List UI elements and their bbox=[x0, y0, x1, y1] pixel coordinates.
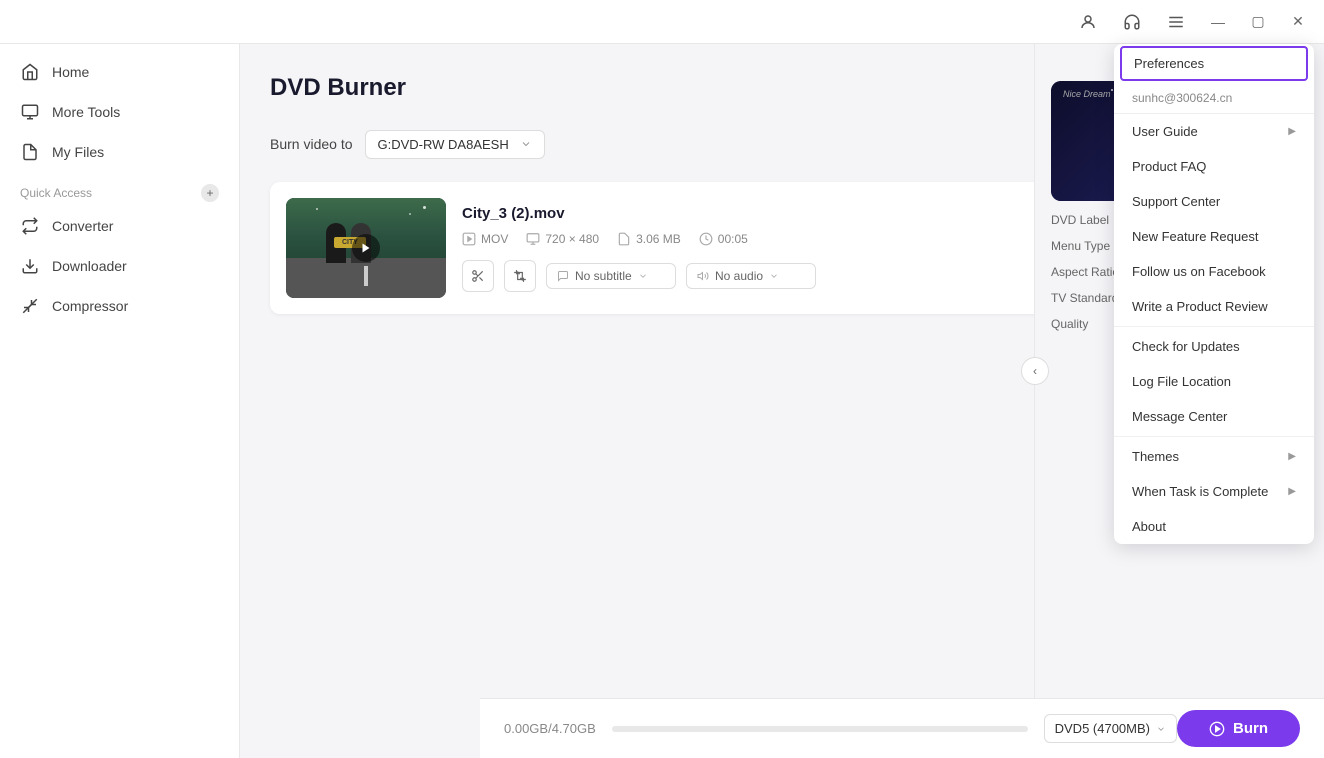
crop-button[interactable] bbox=[504, 260, 536, 292]
burn-button[interactable]: Burn bbox=[1177, 710, 1300, 747]
burn-icon bbox=[1209, 721, 1225, 737]
menu-divider bbox=[1114, 326, 1314, 327]
converter-icon bbox=[20, 216, 40, 236]
menu-item-new-feature-request[interactable]: New Feature Request bbox=[1114, 219, 1314, 254]
minimize-button[interactable]: — bbox=[1204, 8, 1232, 36]
menu-item-message-center[interactable]: Message Center bbox=[1114, 399, 1314, 434]
menu-item-check-updates[interactable]: Check for Updates bbox=[1114, 329, 1314, 364]
files-icon bbox=[20, 142, 40, 162]
sidebar-item-my-files-label: My Files bbox=[52, 144, 104, 160]
chevron-right-icon: ▶ bbox=[1288, 126, 1296, 137]
sidebar-item-downloader[interactable]: Downloader bbox=[0, 246, 239, 286]
tools-icon bbox=[20, 102, 40, 122]
panel-collapse-button[interactable]: ‹ bbox=[1021, 357, 1049, 385]
disc-chevron-icon bbox=[1156, 724, 1166, 734]
menu-divider-2 bbox=[1114, 436, 1314, 437]
aspect-ratio-text: Aspect Ratio bbox=[1051, 265, 1119, 279]
preferences-label: Preferences bbox=[1134, 56, 1204, 71]
menu-item-write-review[interactable]: Write a Product Review bbox=[1114, 289, 1314, 324]
audio-icon bbox=[697, 270, 709, 282]
sidebar-item-home[interactable]: Home bbox=[0, 52, 239, 92]
bottom-bar: 0.00GB/4.70GB DVD5 (4700MB) Burn bbox=[480, 698, 1324, 758]
video-thumbnail: CITY bbox=[286, 198, 446, 298]
burn-to-row: Burn video to G:DVD-RW DA8AESH bbox=[270, 130, 545, 159]
menu-item-support-center[interactable]: Support Center bbox=[1114, 184, 1314, 219]
close-button[interactable]: ✕ bbox=[1284, 8, 1312, 36]
burn-label: Burn bbox=[1233, 720, 1268, 737]
menu-item-user-guide[interactable]: User Guide ▶ bbox=[1114, 114, 1314, 149]
burn-to-label: Burn video to bbox=[270, 136, 353, 152]
menu-item-log-file-location[interactable]: Log File Location bbox=[1114, 364, 1314, 399]
dream-card-title: Nice Dream bbox=[1063, 89, 1111, 99]
sidebar-item-my-files[interactable]: My Files bbox=[0, 132, 239, 172]
sidebar-item-more-tools-label: More Tools bbox=[52, 104, 120, 120]
user-icon[interactable] bbox=[1072, 6, 1104, 38]
trim-button[interactable] bbox=[462, 260, 494, 292]
subtitle-chevron-icon bbox=[638, 271, 648, 281]
disc-type-dropdown[interactable]: DVD5 (4700MB) bbox=[1044, 714, 1177, 743]
video-duration-icon bbox=[699, 232, 713, 246]
video-size-item: 3.06 MB bbox=[617, 232, 681, 246]
menu-item-when-task-complete[interactable]: When Task is Complete ▶ bbox=[1114, 474, 1314, 509]
dropdown-menu: Preferences sunhc@300624.cn User Guide ▶… bbox=[1114, 44, 1314, 544]
sidebar-item-home-label: Home bbox=[52, 64, 89, 80]
sidebar-item-downloader-label: Downloader bbox=[52, 258, 127, 274]
sidebar-item-more-tools[interactable]: More Tools bbox=[0, 92, 239, 132]
title-bar-controls: — ▢ ✕ bbox=[1072, 6, 1312, 38]
menu-item-preferences[interactable]: Preferences bbox=[1120, 46, 1308, 81]
menu-email: sunhc@300624.cn bbox=[1114, 83, 1314, 114]
audio-label: No audio bbox=[715, 269, 763, 283]
sidebar: Wondershare UniConverter Home More Tools bbox=[0, 0, 240, 758]
sidebar-item-converter-label: Converter bbox=[52, 218, 113, 234]
menu-item-themes[interactable]: Themes ▶ bbox=[1114, 439, 1314, 474]
progress-bar-container bbox=[612, 726, 1028, 732]
sidebar-nav: Home More Tools My Files Quick Access + bbox=[0, 44, 239, 334]
menu-type-text: Menu Type bbox=[1051, 239, 1110, 253]
themes-chevron-icon: ▶ bbox=[1288, 451, 1296, 462]
sidebar-item-compressor[interactable]: Compressor bbox=[0, 286, 239, 326]
subtitle-icon bbox=[557, 270, 569, 282]
menu-item-product-faq[interactable]: Product FAQ bbox=[1114, 149, 1314, 184]
video-size: 3.06 MB bbox=[636, 232, 681, 246]
disc-type-value: DVD5 (4700MB) bbox=[1055, 721, 1150, 736]
when-task-chevron-icon: ▶ bbox=[1288, 486, 1296, 497]
headset-icon[interactable] bbox=[1116, 6, 1148, 38]
title-bar: — ▢ ✕ bbox=[0, 0, 1324, 44]
burn-destination-value: G:DVD-RW DA8AESH bbox=[378, 137, 509, 152]
sidebar-item-converter[interactable]: Converter bbox=[0, 206, 239, 246]
quality-text: Quality bbox=[1051, 317, 1088, 331]
video-format: MOV bbox=[481, 232, 508, 246]
video-format-icon bbox=[462, 232, 476, 246]
burn-destination-dropdown[interactable]: G:DVD-RW DA8AESH bbox=[365, 130, 545, 159]
video-duration-item: 00:05 bbox=[699, 232, 748, 246]
subtitle-label: No subtitle bbox=[575, 269, 632, 283]
menu-item-about[interactable]: About bbox=[1114, 509, 1314, 544]
quick-access-header: Quick Access + bbox=[0, 172, 239, 206]
video-resolution-icon bbox=[526, 232, 540, 246]
video-resolution: 720 × 480 bbox=[545, 232, 599, 246]
play-button[interactable] bbox=[352, 234, 380, 262]
maximize-button[interactable]: ▢ bbox=[1244, 8, 1272, 36]
home-icon bbox=[20, 62, 40, 82]
quick-access-add-button[interactable]: + bbox=[201, 184, 219, 202]
menu-item-follow-facebook[interactable]: Follow us on Facebook bbox=[1114, 254, 1314, 289]
compressor-icon bbox=[20, 296, 40, 316]
audio-chevron-icon bbox=[769, 271, 779, 281]
subtitle-dropdown[interactable]: No subtitle bbox=[546, 263, 676, 289]
downloader-icon bbox=[20, 256, 40, 276]
audio-dropdown[interactable]: No audio bbox=[686, 263, 816, 289]
video-size-icon bbox=[617, 232, 631, 246]
quick-access-label: Quick Access bbox=[20, 186, 92, 200]
video-duration: 00:05 bbox=[718, 232, 748, 246]
sidebar-item-compressor-label: Compressor bbox=[52, 298, 128, 314]
storage-info: 0.00GB/4.70GB bbox=[504, 721, 596, 736]
menu-icon[interactable] bbox=[1160, 6, 1192, 38]
dvd-label-text: DVD Label bbox=[1051, 213, 1109, 227]
video-format-item: MOV bbox=[462, 232, 508, 246]
tv-standard-text: TV Standard bbox=[1051, 291, 1118, 305]
video-resolution-item: 720 × 480 bbox=[526, 232, 599, 246]
